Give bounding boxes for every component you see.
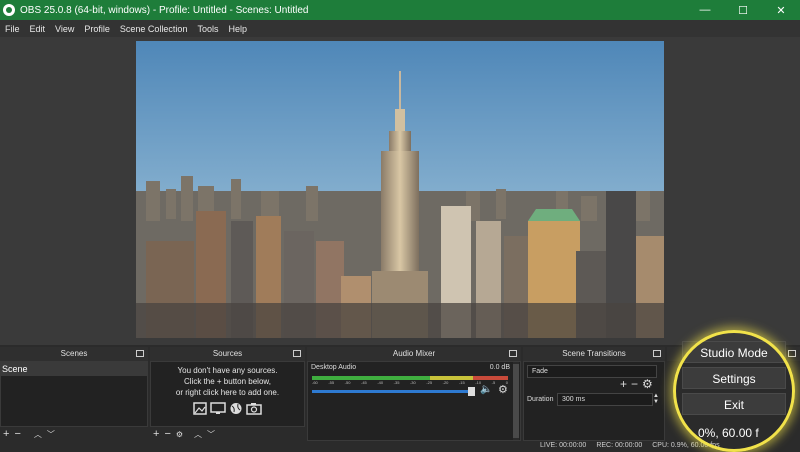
audio-level-readout: 0.0 dB — [489, 364, 510, 371]
mute-speaker-icon[interactable]: 🔈 — [480, 384, 492, 395]
studio-mode-button[interactable]: Studio Mode — [682, 341, 786, 363]
exit-button[interactable]: Exit — [682, 393, 786, 415]
undock-icon[interactable] — [788, 350, 796, 357]
audio-channel-row: Desktop Audio 0.0 dB — [308, 362, 520, 371]
sources-toolbar: + − ⚙ ︿ ﹀ — [150, 427, 305, 441]
scenes-dock-header: Scenes — [0, 347, 148, 361]
transition-properties-gear-icon[interactable]: ⚙ — [642, 377, 653, 391]
sources-title: Sources — [212, 349, 243, 358]
maximize-button[interactable]: ☐ — [724, 0, 762, 20]
scale-tick: -30 — [409, 380, 416, 385]
move-source-up-button[interactable]: ︿ — [194, 429, 202, 440]
transitions-dock-header: Scene Transitions — [523, 347, 665, 361]
image-icon — [193, 402, 207, 415]
obs-logo-icon — [3, 4, 15, 16]
cpu-status: CPU: 0.9%, 60.00 fps — [652, 442, 720, 449]
rec-status: REC: 00:00:00 — [596, 442, 643, 449]
monitor-icon — [210, 402, 226, 414]
settings-button[interactable]: Settings — [682, 367, 786, 389]
transitions-panel: Fade + − ⚙ Duration 300 ms ▲ ▼ — [523, 361, 665, 441]
sources-dock-header: Sources — [150, 347, 305, 361]
scale-tick: -20 — [442, 380, 449, 385]
audio-mixer-dock-header: Audio Mixer — [307, 347, 521, 361]
camera-icon — [246, 403, 262, 415]
program-preview[interactable] — [136, 41, 664, 338]
add-transition-button[interactable]: + — [620, 377, 627, 391]
scale-tick: -15 — [458, 380, 465, 385]
scene-item[interactable]: Scene — [1, 362, 147, 376]
scale-tick: -50 — [344, 380, 351, 385]
add-scene-button[interactable]: + — [3, 428, 9, 440]
volume-slider[interactable] — [312, 390, 472, 393]
menu-edit[interactable]: Edit — [25, 24, 51, 34]
undock-icon[interactable] — [509, 350, 517, 357]
live-status: LIVE: 00:00:00 — [540, 442, 587, 449]
add-source-button[interactable]: + — [153, 428, 159, 440]
menu-view[interactable]: View — [50, 24, 79, 34]
move-scene-down-button[interactable]: ﹀ — [47, 429, 55, 440]
undock-icon[interactable] — [293, 350, 301, 357]
undock-icon[interactable] — [653, 350, 661, 357]
scale-tick: -25 — [426, 380, 433, 385]
menu-bar: File Edit View Profile Scene Collection … — [0, 20, 800, 37]
transitions-title: Scene Transitions — [562, 349, 626, 358]
scenes-list[interactable]: Scene — [0, 361, 148, 427]
status-bar: LIVE: 00:00:00 REC: 00:00:00 CPU: 0.9%, … — [540, 442, 720, 449]
audio-mixer-scrollbar[interactable] — [513, 362, 519, 440]
globe-icon — [230, 403, 242, 414]
menu-profile[interactable]: Profile — [79, 24, 115, 34]
city-skyline-image — [136, 41, 664, 338]
scale-tick: -60 — [312, 380, 318, 385]
remove-transition-button[interactable]: − — [631, 377, 638, 391]
duration-label: Duration — [527, 396, 554, 403]
undock-icon[interactable] — [136, 350, 144, 357]
menu-help[interactable]: Help — [223, 24, 252, 34]
close-button[interactable]: ✕ — [762, 0, 800, 20]
sources-empty-line3: or right click here to add one. — [175, 388, 280, 397]
minimize-button[interactable]: — — [686, 0, 724, 20]
title-bar: OBS 25.0.8 (64-bit, windows) - Profile: … — [0, 0, 800, 20]
audio-mixer-title: Audio Mixer — [392, 349, 436, 358]
window-title: OBS 25.0.8 (64-bit, windows) - Profile: … — [20, 4, 309, 16]
menu-scene-collection[interactable]: Scene Collection — [115, 24, 193, 34]
move-scene-up-button[interactable]: ︿ — [34, 429, 42, 440]
scale-tick: -55 — [328, 380, 335, 385]
sources-list[interactable]: You don't have any sources. Click the + … — [150, 361, 305, 427]
menu-file[interactable]: File — [0, 24, 25, 34]
remove-source-button[interactable]: − — [164, 428, 170, 440]
fps-overlay-text: 0%, 60.00 f — [698, 426, 759, 440]
duration-input[interactable]: 300 ms — [557, 393, 653, 406]
preview-area[interactable] — [0, 37, 800, 345]
sources-empty-line2: Click the + button below, — [184, 377, 271, 386]
move-source-down-button[interactable]: ﹀ — [207, 429, 215, 440]
duration-spinner[interactable]: ▲ ▼ — [653, 393, 659, 405]
scenes-title: Scenes — [60, 349, 88, 358]
audio-channel-name: Desktop Audio — [311, 364, 357, 371]
scale-tick: -35 — [393, 380, 400, 385]
remove-scene-button[interactable]: − — [14, 428, 20, 440]
volume-slider-handle[interactable] — [468, 387, 475, 396]
audio-settings-gear-icon[interactable]: ⚙ — [498, 383, 508, 396]
scale-tick: -40 — [377, 380, 384, 385]
source-properties-gear-icon[interactable]: ⚙ — [176, 430, 183, 439]
meter-scale: -60 -55 -50 -45 -40 -35 -30 -25 -20 -15 … — [312, 380, 508, 385]
menu-tools[interactable]: Tools — [192, 24, 223, 34]
sources-empty-line1: You don't have any sources. — [177, 366, 278, 375]
source-type-icons — [151, 402, 304, 415]
scenes-toolbar: + − ︿ ﹀ — [0, 427, 148, 441]
audio-mixer-panel: Desktop Audio 0.0 dB -60 -55 -50 -45 -40… — [307, 361, 521, 441]
transition-controls: + − ⚙ — [620, 377, 653, 391]
scale-tick: -45 — [360, 380, 367, 385]
